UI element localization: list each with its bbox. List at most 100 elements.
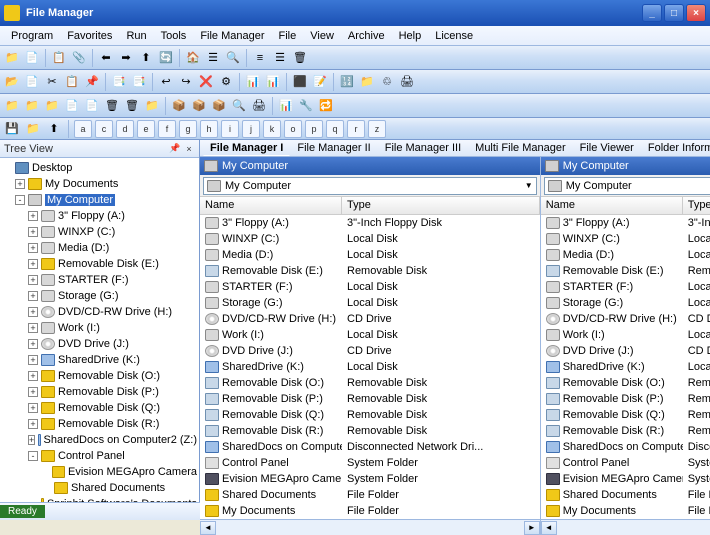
tree-view[interactable]: Desktop+My Documents-My Computer+3" Flop… (0, 158, 199, 502)
list-item[interactable]: 3" Floppy (A:)3"-Inch Floppy Disk (541, 215, 710, 231)
drivebar-nav-0[interactable]: 💾 (3, 120, 21, 138)
expander-icon[interactable]: + (28, 211, 38, 221)
toolbar-button-16[interactable]: 🔧 (297, 97, 315, 115)
toolbar-button-10[interactable]: ↪ (177, 73, 195, 91)
drive-button-c[interactable]: c (95, 120, 113, 138)
toolbar-button-13[interactable]: 🔍 (224, 49, 242, 67)
tab-folder-information[interactable]: Folder Information (641, 140, 710, 156)
expander-icon[interactable]: + (28, 435, 35, 445)
tree-node[interactable]: +Media (D:) (2, 240, 197, 256)
toolbar-button-0[interactable]: 📁 (3, 49, 21, 67)
menu-license[interactable]: License (428, 28, 480, 44)
toolbar-button-2[interactable]: ✂ (43, 73, 61, 91)
expander-icon[interactable]: + (28, 323, 38, 333)
tree-node[interactable]: Sprinbit Software's Documents (2, 496, 197, 502)
tree-node[interactable]: -My Computer (2, 192, 197, 208)
expander-icon[interactable]: - (15, 195, 25, 205)
toolbar-button-12[interactable]: ⚙ (217, 73, 235, 91)
tree-node[interactable]: +Removable Disk (E:) (2, 256, 197, 272)
list-item[interactable]: Removable Disk (R:)Removable Disk (200, 423, 540, 439)
tree-node[interactable]: +WINXP (C:) (2, 224, 197, 240)
tree-pin-icon[interactable]: 📌 (169, 143, 181, 155)
list-item[interactable]: Removable Disk (R:)Removable Disk (541, 423, 710, 439)
toolbar-button-15[interactable]: ≡ (251, 49, 269, 67)
toolbar-button-12[interactable]: ☰ (204, 49, 222, 67)
tree-node[interactable]: +Storage (G:) (2, 288, 197, 304)
list-item[interactable]: DVD/CD-RW Drive (H:)CD Drive (541, 311, 710, 327)
tree-node[interactable]: +SharedDrive (K:) (2, 352, 197, 368)
toolbar-button-16[interactable]: ☰ (271, 49, 289, 67)
drive-button-p[interactable]: p (305, 120, 323, 138)
tree-node[interactable]: +DVD/CD-RW Drive (H:) (2, 304, 197, 320)
toolbar-button-7[interactable]: ➡ (117, 49, 135, 67)
menu-favorites[interactable]: Favorites (60, 28, 119, 44)
list-item[interactable]: WINXP (C:)Local Disk (200, 231, 540, 247)
list-item[interactable]: Removable Disk (O:)Removable Disk (541, 375, 710, 391)
drivebar-nav-2[interactable]: ⬆ (45, 120, 63, 138)
toolbar-button-8[interactable]: ⬆ (137, 49, 155, 67)
expander-icon[interactable]: + (28, 403, 38, 413)
scrollbar-h[interactable]: ◄ ► (541, 519, 710, 535)
list-item[interactable]: Removable Disk (P:)Removable Disk (541, 391, 710, 407)
pane-left-path-combo[interactable]: My Computer ▼ (203, 177, 537, 195)
drivebar-nav-1[interactable]: 📁 (24, 120, 42, 138)
tree-node[interactable]: +Removable Disk (R:) (2, 416, 197, 432)
expander-icon[interactable]: + (28, 291, 38, 301)
tab-multi-file-manager[interactable]: Multi File Manager (468, 140, 572, 156)
pane-left-list[interactable]: 3" Floppy (A:)3"-Inch Floppy DiskWINXP (… (200, 215, 540, 519)
toolbar-button-1[interactable]: 📄 (23, 73, 41, 91)
toolbar-button-11[interactable]: 🏠 (184, 49, 202, 67)
tree-node[interactable]: +Removable Disk (P:) (2, 384, 197, 400)
toolbar-button-6[interactable]: ⬅ (97, 49, 115, 67)
toolbar-button-17[interactable]: 🗑 (291, 49, 309, 67)
toolbar-button-1[interactable]: 📄 (23, 49, 41, 67)
menu-file[interactable]: File (272, 28, 304, 44)
expander-icon[interactable]: + (28, 259, 38, 269)
tree-node[interactable]: +STARTER (F:) (2, 272, 197, 288)
list-item[interactable]: Control PanelSystem Folder (541, 455, 710, 471)
list-item[interactable]: Evision MEGApro CameraSystem Folder (541, 471, 710, 487)
toolbar-button-9[interactable]: 🔄 (157, 49, 175, 67)
toolbar-button-6[interactable]: 📑 (110, 73, 128, 91)
list-item[interactable]: Shared DocumentsFile Folder (541, 487, 710, 503)
list-item[interactable]: Media (D:)Local Disk (200, 247, 540, 263)
list-item[interactable]: Removable Disk (Q:)Removable Disk (541, 407, 710, 423)
scroll-left-icon[interactable]: ◄ (541, 521, 557, 535)
list-item[interactable]: SharedDocs on Computer...Disconnected Ne… (541, 439, 710, 455)
col-type[interactable]: Type (342, 197, 540, 214)
list-item[interactable]: Removable Disk (Q:)Removable Disk (200, 407, 540, 423)
drive-button-g[interactable]: g (179, 120, 197, 138)
drive-button-k[interactable]: k (263, 120, 281, 138)
expander-icon[interactable]: + (28, 371, 38, 381)
tab-file-manager-iii[interactable]: File Manager III (378, 140, 468, 156)
tree-node[interactable]: +Work (I:) (2, 320, 197, 336)
minimize-button[interactable]: _ (642, 4, 662, 22)
toolbar-button-17[interactable]: 🔁 (317, 97, 335, 115)
toolbar-button-12[interactable]: 🔍 (230, 97, 248, 115)
tree-node[interactable]: +My Documents (2, 176, 197, 192)
list-item[interactable]: Work (I:)Local Disk (200, 327, 540, 343)
toolbar-button-9[interactable]: 📦 (170, 97, 188, 115)
list-item[interactable]: SharedDocs on Computer2 (Z:)Disconnected… (200, 439, 540, 455)
tree-node[interactable]: +Removable Disk (O:) (2, 368, 197, 384)
toolbar-button-23[interactable]: 🖨 (398, 73, 416, 91)
drive-button-i[interactable]: i (221, 120, 239, 138)
toolbar-button-3[interactable]: 📋 (63, 73, 81, 91)
toolbar-button-3[interactable]: 📄 (63, 97, 81, 115)
toolbar-button-4[interactable]: 📎 (70, 49, 88, 67)
scroll-right-icon[interactable]: ► (524, 521, 540, 535)
tab-file-viewer[interactable]: File Viewer (573, 140, 641, 156)
tree-node[interactable]: +SharedDocs on Computer2 (Z:) (2, 432, 197, 448)
drive-button-z[interactable]: z (368, 120, 386, 138)
expander-icon[interactable]: + (28, 339, 38, 349)
tree-node[interactable]: +DVD Drive (J:) (2, 336, 197, 352)
toolbar-button-15[interactable]: 📊 (277, 97, 295, 115)
toolbar-button-14[interactable]: 📊 (244, 73, 262, 91)
list-item[interactable]: Media (D:)Local Disk (541, 247, 710, 263)
drive-button-a[interactable]: a (74, 120, 92, 138)
drive-button-q[interactable]: q (326, 120, 344, 138)
list-item[interactable]: Control PanelSystem Folder (200, 455, 540, 471)
list-item[interactable]: My DocumentsFile Folder (200, 503, 540, 519)
tab-file-manager-ii[interactable]: File Manager II (290, 140, 377, 156)
list-item[interactable]: SharedDrive (K:)Local Disk (541, 359, 710, 375)
